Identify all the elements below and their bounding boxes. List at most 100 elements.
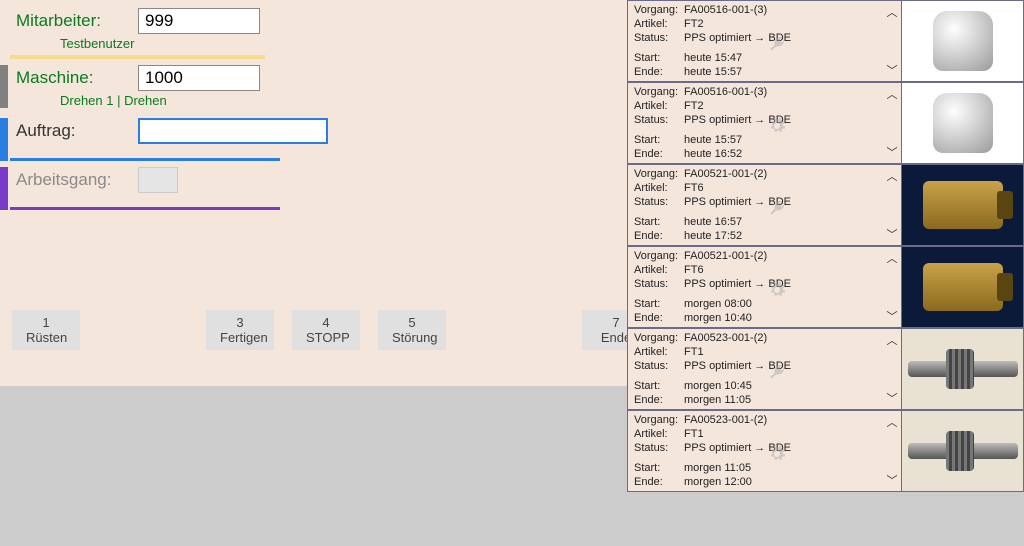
job-info: Vorgang:FA00523-001-(2) Artikel:FT1 Stat… bbox=[628, 411, 883, 491]
start-key: Start: bbox=[634, 215, 684, 229]
ende-key: Ende: bbox=[634, 65, 684, 79]
vorgang-key: Vorgang: bbox=[634, 413, 684, 427]
wrench-icon bbox=[768, 199, 786, 217]
start-key: Start: bbox=[634, 51, 684, 65]
ruesten-button[interactable]: 1 Rüsten bbox=[12, 310, 80, 350]
stripe-arbeitsgang bbox=[0, 167, 8, 210]
part-thumbnail bbox=[901, 247, 1023, 327]
gear-icon bbox=[768, 117, 786, 135]
mitarbeiter-label: Mitarbeiter: bbox=[16, 11, 126, 31]
job-card[interactable]: Vorgang:FA00523-001-(2) Artikel:FT1 Stat… bbox=[627, 328, 1024, 410]
job-card[interactable]: Vorgang:FA00516-001-(3) Artikel:FT2 Stat… bbox=[627, 82, 1024, 164]
status-key: Status: bbox=[634, 195, 684, 209]
mitarbeiter-input[interactable] bbox=[138, 8, 260, 34]
start-value: morgen 11:05 bbox=[684, 461, 877, 475]
separator-blue bbox=[10, 158, 280, 161]
scroll-up-icon[interactable]: ︿ bbox=[887, 250, 898, 266]
start-key: Start: bbox=[634, 379, 684, 393]
bottom-gray-area bbox=[0, 386, 627, 546]
artikel-value: FT2 bbox=[684, 99, 877, 113]
arbeitsgang-input bbox=[138, 167, 178, 193]
scroll-down-icon[interactable]: ﹀ bbox=[887, 62, 898, 78]
part-thumbnail bbox=[901, 329, 1023, 409]
scroll-up-icon[interactable]: ︿ bbox=[887, 414, 898, 430]
status-key: Status: bbox=[634, 113, 684, 127]
separator-yellow bbox=[10, 55, 265, 59]
vorgang-key: Vorgang: bbox=[634, 167, 684, 181]
part-thumbnail bbox=[901, 1, 1023, 81]
maschine-input[interactable] bbox=[138, 65, 260, 91]
start-value: heute 16:57 bbox=[684, 215, 877, 229]
card-arrows: ︿ ﹀ bbox=[883, 1, 901, 81]
scroll-down-icon[interactable]: ﹀ bbox=[887, 472, 898, 488]
mitarbeiter-sublabel: Testbenutzer bbox=[10, 36, 617, 51]
scroll-up-icon[interactable]: ︿ bbox=[887, 168, 898, 184]
vorgang-key: Vorgang: bbox=[634, 3, 684, 17]
artikel-value: FT6 bbox=[684, 263, 877, 277]
job-info: Vorgang:FA00521-001-(2) Artikel:FT6 Stat… bbox=[628, 247, 883, 327]
artikel-key: Artikel: bbox=[634, 181, 684, 195]
stoerung-button[interactable]: 5 Störung bbox=[378, 310, 446, 350]
scroll-up-icon[interactable]: ︿ bbox=[887, 332, 898, 348]
part-thumbnail bbox=[901, 411, 1023, 491]
gear-icon bbox=[768, 445, 786, 463]
gear-icon bbox=[768, 281, 786, 299]
card-arrows: ︿ ﹀ bbox=[883, 83, 901, 163]
arbeitsgang-label: Arbeitsgang: bbox=[16, 170, 126, 190]
ende-value: heute 16:52 bbox=[684, 147, 877, 161]
artikel-key: Artikel: bbox=[634, 345, 684, 359]
vorgang-value: FA00521-001-(2) bbox=[684, 167, 877, 181]
status-key: Status: bbox=[634, 277, 684, 291]
status-key: Status: bbox=[634, 441, 684, 455]
vorgang-value: FA00516-001-(3) bbox=[684, 85, 877, 99]
start-key: Start: bbox=[634, 133, 684, 147]
ende-key: Ende: bbox=[634, 475, 684, 489]
maschine-label: Maschine: bbox=[16, 68, 126, 88]
job-info: Vorgang:FA00516-001-(3) Artikel:FT2 Stat… bbox=[628, 83, 883, 163]
start-key: Start: bbox=[634, 461, 684, 475]
job-info: Vorgang:FA00516-001-(3) Artikel:FT2 Stat… bbox=[628, 1, 883, 81]
vorgang-value: FA00516-001-(3) bbox=[684, 3, 877, 17]
scroll-up-icon[interactable]: ︿ bbox=[887, 4, 898, 20]
scroll-down-icon[interactable]: ﹀ bbox=[887, 226, 898, 242]
separator-purple bbox=[10, 207, 280, 210]
artikel-key: Artikel: bbox=[634, 263, 684, 277]
job-card[interactable]: Vorgang:FA00521-001-(2) Artikel:FT6 Stat… bbox=[627, 164, 1024, 246]
vorgang-value: FA00523-001-(2) bbox=[684, 331, 877, 345]
start-value: heute 15:47 bbox=[684, 51, 877, 65]
job-card[interactable]: Vorgang:FA00523-001-(2) Artikel:FT1 Stat… bbox=[627, 410, 1024, 492]
ende-value: morgen 10:40 bbox=[684, 311, 877, 325]
artikel-key: Artikel: bbox=[634, 17, 684, 31]
scroll-down-icon[interactable]: ﹀ bbox=[887, 308, 898, 324]
scroll-down-icon[interactable]: ﹀ bbox=[887, 144, 898, 160]
stopp-button[interactable]: 4 STOPP bbox=[292, 310, 360, 350]
wrench-icon bbox=[768, 35, 786, 53]
job-card[interactable]: Vorgang:FA00521-001-(2) Artikel:FT6 Stat… bbox=[627, 246, 1024, 328]
button-bar: 1 Rüsten 3 Fertigen 4 STOPP 5 Störung 7 … bbox=[0, 300, 627, 360]
start-key: Start: bbox=[634, 297, 684, 311]
part-thumbnail bbox=[901, 83, 1023, 163]
job-card[interactable]: Vorgang:FA00516-001-(3) Artikel:FT2 Stat… bbox=[627, 0, 1024, 82]
wrench-icon bbox=[768, 363, 786, 381]
vorgang-key: Vorgang: bbox=[634, 85, 684, 99]
part-thumbnail bbox=[901, 165, 1023, 245]
status-key: Status: bbox=[634, 31, 684, 45]
artikel-key: Artikel: bbox=[634, 427, 684, 441]
stripe-auftrag bbox=[0, 118, 8, 161]
start-value: morgen 10:45 bbox=[684, 379, 877, 393]
job-info: Vorgang:FA00523-001-(2) Artikel:FT1 Stat… bbox=[628, 329, 883, 409]
stripe-maschine bbox=[0, 65, 8, 108]
scroll-up-icon[interactable]: ︿ bbox=[887, 86, 898, 102]
start-value: heute 15:57 bbox=[684, 133, 877, 147]
ende-value: morgen 12:00 bbox=[684, 475, 877, 489]
card-arrows: ︿ ﹀ bbox=[883, 247, 901, 327]
fertigen-button[interactable]: 3 Fertigen bbox=[206, 310, 274, 350]
auftrag-input[interactable] bbox=[138, 118, 328, 144]
vorgang-value: FA00523-001-(2) bbox=[684, 413, 877, 427]
start-value: morgen 08:00 bbox=[684, 297, 877, 311]
scroll-down-icon[interactable]: ﹀ bbox=[887, 390, 898, 406]
card-arrows: ︿ ﹀ bbox=[883, 329, 901, 409]
ende-value: heute 15:57 bbox=[684, 65, 877, 79]
ende-key: Ende: bbox=[634, 311, 684, 325]
maschine-sublabel: Drehen 1 | Drehen bbox=[10, 93, 617, 108]
